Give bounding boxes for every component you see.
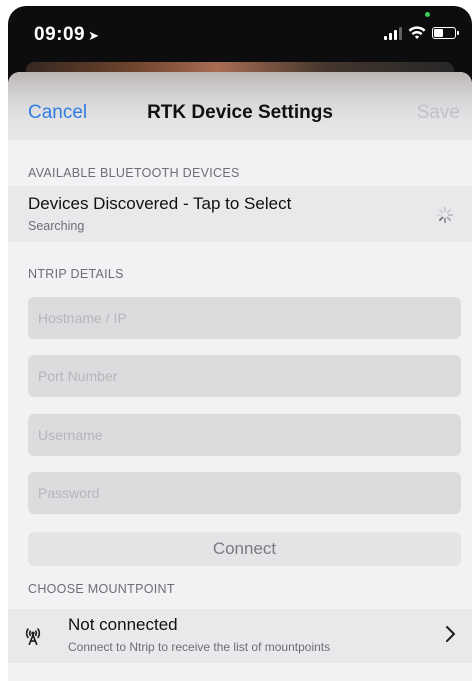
- battery-icon: [432, 27, 459, 39]
- page-title: RTK Device Settings: [147, 102, 333, 123]
- searching-status: Searching: [28, 219, 85, 233]
- battery-level-fill: [434, 29, 443, 37]
- username-input[interactable]: [28, 414, 461, 456]
- bluetooth-section-header: AVAILABLE BLUETOOTH DEVICES: [28, 166, 240, 180]
- password-input[interactable]: [28, 472, 461, 514]
- mountpoint-section-header: CHOOSE MOUNTPOINT: [28, 582, 175, 596]
- port-number-input[interactable]: [28, 355, 461, 397]
- settings-sheet: Cancel RTK Device Settings Save AVAILABL…: [8, 72, 472, 681]
- chevron-right-icon: [446, 626, 455, 642]
- bluetooth-devices-row[interactable]: Devices Discovered - Tap to Select Searc…: [8, 186, 472, 242]
- devices-discovered-label: Devices Discovered - Tap to Select: [28, 194, 292, 213]
- antenna-broadcast-icon: [25, 628, 41, 646]
- sheet-bottom-area: [8, 663, 472, 681]
- status-time: 09:09 ➤: [34, 24, 100, 45]
- privacy-indicator-dot: [425, 12, 430, 17]
- wifi-icon: [408, 26, 426, 39]
- phone-screen: 09:09 ➤ Cancel RTK Device Settings Save A…: [8, 6, 472, 681]
- status-bar: 09:09 ➤: [8, 6, 472, 62]
- cellular-signal-icon: [384, 26, 402, 40]
- location-arrow-icon: ➤: [88, 28, 100, 43]
- navigation-bar: Cancel RTK Device Settings Save: [8, 72, 472, 140]
- status-icons: [384, 24, 459, 42]
- mountpoint-hint: Connect to Ntrip to receive the list of …: [68, 640, 331, 654]
- choose-mountpoint-row[interactable]: Not connected Connect to Ntrip to receiv…: [8, 609, 472, 663]
- activity-spinner-icon: [436, 206, 454, 224]
- ntrip-section-header: NTRIP DETAILS: [28, 267, 124, 281]
- save-button[interactable]: Save: [417, 102, 460, 124]
- connect-button[interactable]: Connect: [28, 532, 461, 566]
- hostname-input[interactable]: [28, 297, 461, 339]
- not-connected-label: Not connected: [68, 615, 178, 634]
